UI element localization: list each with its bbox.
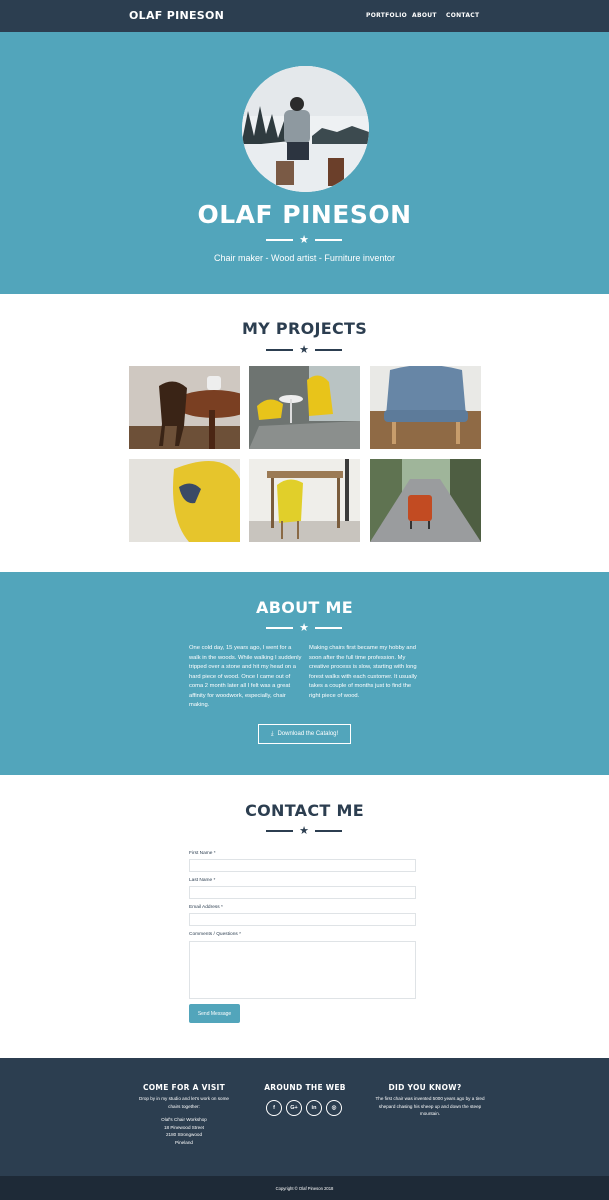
first-name-input[interactable] <box>189 859 416 872</box>
portfolio-item-red-chair-street[interactable] <box>370 459 481 542</box>
star-icon: ★ <box>299 344 309 356</box>
brand-logo[interactable]: OLAF PINESON <box>129 9 224 22</box>
send-message-button[interactable]: Send Message <box>189 1004 240 1023</box>
download-catalog-button[interactable]: ⤓ Download the Catalog! <box>258 724 351 744</box>
star-icon: ★ <box>299 234 309 246</box>
about-title: ABOUT ME <box>256 598 353 617</box>
footer-know-title: DID YOU KNOW? <box>388 1083 462 1092</box>
navbar: OLAF PINESON PORTFOLIO ABOUT CONTACT <box>0 0 609 32</box>
avatar <box>242 66 369 192</box>
footer-address: Olaf's Chair Workshop 18 Pinewood Street… <box>134 1116 234 1146</box>
about-section: ABOUT ME ★ One cold day, 15 years ago, I… <box>0 572 609 775</box>
hero-title: OLAF PINESON <box>197 200 412 229</box>
footer: COME FOR A VISIT Drop by in my studio an… <box>0 1058 609 1176</box>
email-label: Email Address * <box>189 905 223 910</box>
projects-divider: ★ <box>266 344 342 356</box>
hero-section: OLAF PINESON ★ Chair maker - Wood artist… <box>0 32 609 294</box>
projects-title: MY PROJECTS <box>241 319 368 338</box>
address-line: Olaf's Chair Workshop <box>161 1117 207 1122</box>
nav-link-portfolio[interactable]: PORTFOLIO <box>366 12 407 19</box>
address-line: Pineland <box>175 1139 193 1145</box>
google-plus-icon[interactable]: G+ <box>286 1100 302 1116</box>
about-text-col2: Making chairs first became my hobby and … <box>309 645 417 699</box>
comments-label: Comments / Questions * <box>189 932 241 937</box>
last-name-input[interactable] <box>189 886 416 899</box>
contact-divider: ★ <box>266 825 342 837</box>
portfolio-item-wooden-chair[interactable] <box>129 366 240 449</box>
facebook-icon[interactable]: f <box>266 1100 282 1116</box>
last-name-label: Last Name * <box>189 878 216 883</box>
dribbble-icon[interactable]: ◎ <box>326 1100 342 1116</box>
footer-know-text: The first chair was invented 5000 years … <box>375 1096 485 1116</box>
portfolio-item-yellow-sofa[interactable] <box>129 459 240 542</box>
footer-web-title: AROUND THE WEB <box>264 1083 346 1092</box>
comments-textarea[interactable] <box>189 941 416 999</box>
portfolio-item-blue-armchair[interactable] <box>370 366 481 449</box>
footer-visit-title: COME FOR A VISIT <box>142 1083 226 1092</box>
portfolio-item-yellow-chairs[interactable] <box>249 366 360 449</box>
contact-title: CONTACT ME <box>245 801 364 820</box>
footer-visit-text: Drop by in my studio and let's work on s… <box>139 1096 229 1109</box>
hero-subtitle: Chair maker - Wood artist - Furniture in… <box>214 253 395 263</box>
address-line: 18 Pinewood Street <box>163 1124 205 1130</box>
star-icon: ★ <box>299 825 309 837</box>
download-catalog-label: Download the Catalog! <box>277 731 339 737</box>
portfolio-item-yellow-desk-chair[interactable] <box>249 459 360 542</box>
about-divider: ★ <box>266 622 342 634</box>
address-line: 2180 Strongwood <box>165 1132 202 1137</box>
hero-divider: ★ <box>266 234 342 246</box>
nav-link-contact[interactable]: CONTACT <box>446 12 479 19</box>
star-icon: ★ <box>299 622 309 634</box>
first-name-label: First Name * <box>189 851 216 856</box>
copyright-text: Copyright © Olaf Pineson 2018 <box>275 1186 334 1191</box>
copyright-bar: Copyright © Olaf Pineson 2018 <box>0 1176 609 1200</box>
download-icon: ⤓ <box>270 730 274 737</box>
linkedin-icon[interactable]: in <box>306 1100 322 1116</box>
about-text-col1: One cold day, 15 years ago, I went for a… <box>189 645 302 708</box>
nav-link-about[interactable]: ABOUT <box>412 12 437 19</box>
email-input[interactable] <box>189 913 416 926</box>
